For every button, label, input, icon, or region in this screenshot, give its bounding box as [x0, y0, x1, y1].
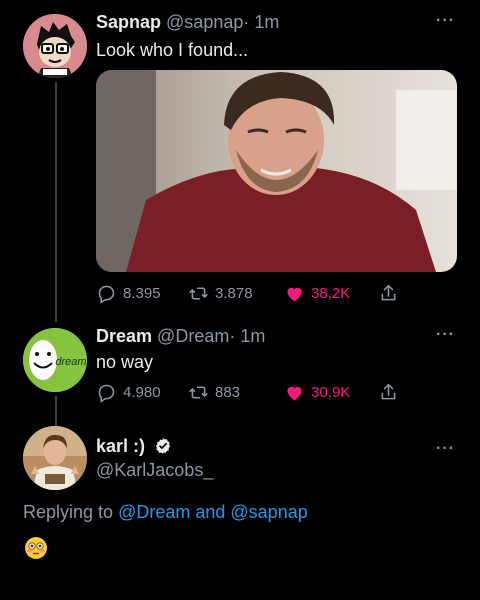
share-icon [381, 383, 396, 400]
retweet-button[interactable]: 3.878 [188, 283, 253, 304]
display-name[interactable]: Dream [96, 326, 152, 346]
tweet-photo[interactable] [96, 70, 457, 272]
display-name[interactable]: Sapnap [96, 12, 161, 32]
user-handle[interactable]: @Dream [157, 326, 229, 346]
reply-count: 4.980 [123, 384, 161, 401]
replying-to-label: Replying to [23, 502, 114, 522]
thread-line-1 [55, 82, 57, 322]
retweet-count: 3.878 [215, 285, 253, 302]
tweet-actions: 4.980 883 30,9K [96, 382, 416, 406]
like-button[interactable]: 38,2K [284, 283, 350, 304]
reply-icon [98, 285, 115, 304]
reply-count: 8.395 [123, 285, 161, 302]
photo-man-red-shirt [96, 70, 457, 272]
sapnap-avatar-art [23, 14, 87, 78]
tweet-actions: 8.395 3.878 38,2K [96, 283, 416, 307]
like-button[interactable]: 30,9K [284, 382, 350, 403]
tweet-text: Look who I found... [96, 40, 249, 60]
retweet-count: 883 [215, 384, 241, 401]
dream-smiley-avatar-art: dream [23, 328, 87, 392]
karl-avatar-art [23, 426, 87, 490]
replying-to-users-link[interactable]: @Dream and @sapnap [118, 502, 308, 522]
share-button[interactable] [378, 382, 399, 403]
avatar-dream[interactable]: dream [23, 328, 87, 392]
more-options-icon[interactable]: ··· [436, 326, 455, 344]
user-handle[interactable]: @sapnap [166, 12, 243, 32]
reply-icon [98, 384, 115, 403]
like-count: 38,2K [311, 285, 351, 302]
tweet-text: no way [96, 352, 154, 372]
tweet-header: Dream @Dream· 1m [96, 326, 265, 347]
verified-badge-icon [155, 438, 171, 454]
like-count: 30,9K [311, 384, 351, 401]
retweet-button[interactable]: 883 [188, 382, 240, 403]
share-button[interactable] [378, 283, 399, 304]
heart-filled-icon [287, 386, 302, 401]
reply-header: karl :) [96, 436, 172, 457]
reply-button[interactable]: 4.980 [96, 382, 161, 403]
reply-handle-row: @KarlJacobs_ [96, 460, 213, 481]
display-name[interactable]: karl :) [96, 436, 145, 456]
flushed-face-emoji-icon [25, 537, 47, 559]
more-options-icon[interactable]: ··· [436, 440, 455, 458]
thread-line-2 [55, 396, 57, 426]
timestamp[interactable]: · 1m [243, 12, 279, 32]
more-options-icon[interactable]: ··· [436, 12, 455, 30]
replying-to-line: Replying to @Dream and @sapnap [23, 502, 308, 523]
retweet-icon [189, 287, 208, 300]
share-icon [381, 284, 396, 301]
tweet-header: Sapnap @sapnap· 1m [96, 12, 279, 33]
timestamp[interactable]: · 1m [229, 326, 265, 346]
retweet-icon [189, 386, 208, 399]
avatar-karl[interactable] [23, 426, 87, 490]
avatar-sapnap[interactable] [23, 14, 87, 78]
heart-filled-icon [287, 287, 302, 302]
dream-avatar-label: dream [55, 356, 86, 368]
reply-button[interactable]: 8.395 [96, 283, 161, 304]
user-handle[interactable]: @KarlJacobs_ [96, 460, 213, 480]
